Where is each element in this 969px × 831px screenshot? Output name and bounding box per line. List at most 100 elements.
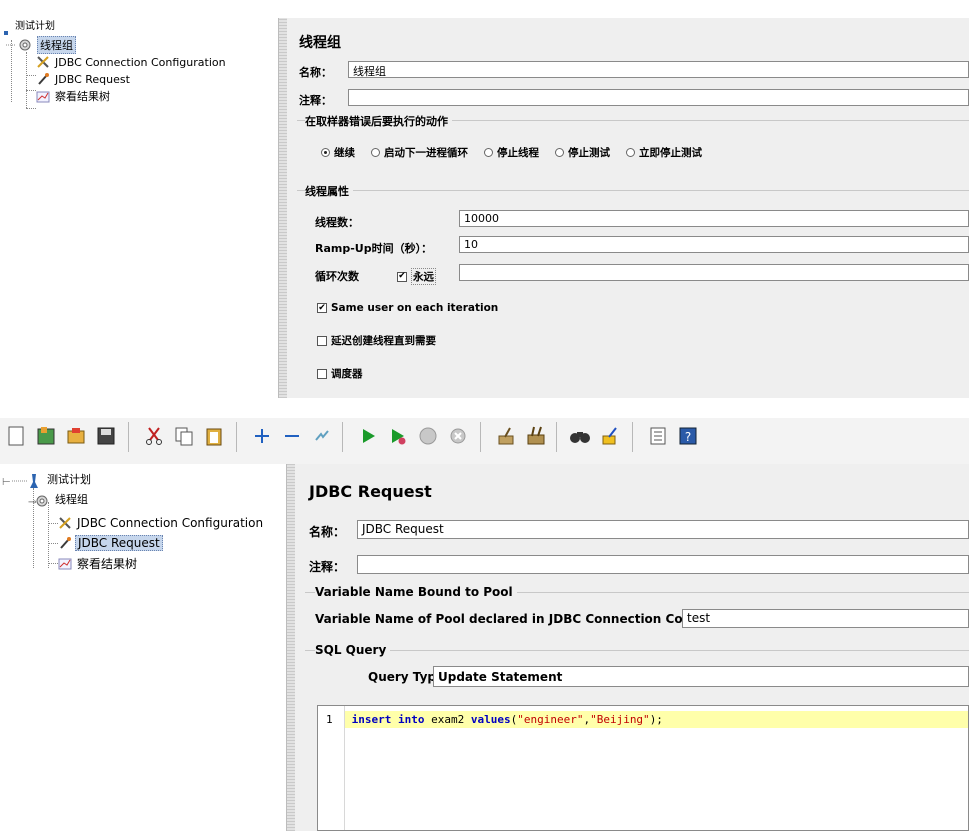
svg-text:⊸: ⊸ — [28, 497, 36, 508]
toggle-button[interactable] — [310, 424, 334, 448]
bottom-tree-panel: ⊢ 测试计划 ⊸ 线程组 JDBC Connection Configurati… — [0, 464, 286, 831]
expand-button[interactable] — [250, 424, 274, 448]
radio-indicator — [626, 148, 635, 157]
tree-item-jdbc-connection[interactable]: JDBC Connection Configuration — [58, 514, 265, 532]
group-title: Variable Name Bound to Pool — [315, 585, 517, 599]
search-button[interactable] — [568, 424, 592, 448]
sql-editor[interactable]: 1 insert into exam2 values("engineer","B… — [317, 705, 969, 831]
binoculars-icon — [570, 432, 590, 443]
name-field[interactable]: 线程组 — [348, 61, 969, 78]
clear-button[interactable] — [494, 424, 518, 448]
radio-stop-thread[interactable]: 停止线程 — [484, 145, 539, 160]
pool-field[interactable]: test — [682, 609, 969, 628]
tree-item-label: JDBC Request — [75, 535, 163, 551]
play-icon — [363, 429, 375, 443]
comment-field[interactable] — [348, 89, 969, 106]
tree-line — [48, 523, 58, 524]
help-button[interactable]: ? — [676, 424, 700, 448]
templates-icon — [37, 427, 55, 445]
checkbox-checked: ✔ — [397, 271, 407, 282]
clipboard-icon — [206, 428, 222, 446]
copy-button[interactable] — [172, 424, 196, 448]
pipette-icon — [58, 536, 72, 550]
tree-item-jdbc-request[interactable]: JDBC Request — [58, 534, 163, 552]
sql-string: "engineer" — [517, 713, 584, 726]
help-icon: ? — [679, 427, 697, 445]
new-file-button[interactable] — [4, 424, 28, 448]
threads-label: 线程数： — [315, 216, 359, 229]
function-helper-button[interactable] — [646, 424, 670, 448]
tree-line — [48, 543, 58, 544]
clear-all-button[interactable] — [524, 424, 548, 448]
templates-button[interactable] — [34, 424, 58, 448]
delay-thread-checkbox[interactable]: 延迟创建线程直到需要 — [317, 333, 436, 348]
reset-search-button[interactable] — [598, 424, 622, 448]
error-action-radios: 继续 启动下一进程循环 停止线程 停止测试 立即停止测试 — [321, 145, 718, 160]
name-label: 名称： — [309, 525, 346, 539]
query-type-select[interactable]: Update Statement — [433, 666, 969, 687]
plus-icon — [255, 429, 269, 443]
broom-all-icon — [527, 426, 545, 445]
paste-button[interactable] — [202, 424, 226, 448]
checkbox-label: 调度器 — [331, 368, 363, 380]
tree-item-result-tree[interactable]: 察看结果树 — [58, 554, 139, 572]
scheduler-checkbox[interactable]: 调度器 — [317, 366, 363, 381]
toggle-icon — [315, 430, 329, 441]
comment-label: 注释： — [309, 560, 346, 574]
threads-field[interactable]: 10000 — [459, 210, 969, 227]
tree-item-thread-group[interactable]: ⊸ 线程组 — [28, 490, 90, 508]
tree-item-thread-group[interactable]: 线程组 — [6, 36, 76, 54]
start-no-pause-button[interactable] — [386, 424, 410, 448]
tree-line — [26, 52, 27, 108]
graph-icon — [36, 89, 50, 103]
pipette-icon — [36, 72, 50, 86]
play-no-timers-icon — [392, 429, 406, 445]
svg-text:?: ? — [685, 430, 691, 444]
radio-label: 立即停止测试 — [639, 147, 702, 159]
tree-item-result-tree[interactable]: 察看结果树 — [36, 88, 112, 104]
line-number: 1 — [326, 713, 333, 726]
collapse-button[interactable] — [280, 424, 304, 448]
broom-icon — [498, 427, 514, 445]
shutdown-button[interactable] — [446, 424, 470, 448]
radio-continue[interactable]: 继续 — [321, 145, 355, 160]
tree-item-label: JDBC Connection Configuration — [55, 55, 226, 69]
start-button[interactable] — [356, 424, 380, 448]
line-number-gutter: 1 — [318, 706, 345, 830]
radio-stop-test[interactable]: 停止测试 — [555, 145, 610, 160]
radio-indicator — [555, 148, 564, 157]
stop-button[interactable] — [416, 424, 440, 448]
cut-button[interactable] — [142, 424, 166, 448]
forever-checkbox[interactable]: ✔ 永远 — [397, 268, 436, 285]
toolbar-separator — [128, 422, 129, 452]
tree-item-jdbc-request[interactable]: JDBC Request — [36, 71, 132, 87]
tree-line — [26, 90, 36, 91]
loop-count-field[interactable] — [459, 264, 969, 281]
page-title: JDBC Request — [309, 482, 432, 501]
new-file-icon — [8, 426, 24, 446]
save-button[interactable] — [94, 424, 118, 448]
tree-item-jdbc-connection[interactable]: JDBC Connection Configuration — [36, 54, 228, 70]
radio-stop-test-now[interactable]: 立即停止测试 — [626, 145, 702, 160]
comment-field[interactable] — [357, 555, 969, 574]
checkbox-checked: ✔ — [317, 302, 327, 313]
tree-item-label: JDBC Connection Configuration — [77, 516, 264, 530]
name-field[interactable]: JDBC Request — [357, 520, 969, 539]
tree-line — [26, 75, 36, 76]
svg-text:⊢: ⊢ — [2, 477, 11, 488]
open-button[interactable] — [64, 424, 88, 448]
flask-icon: ⊢ — [2, 472, 42, 488]
graph-icon — [58, 556, 72, 570]
reset-broom-icon — [602, 427, 617, 445]
rampup-field[interactable]: 10 — [459, 236, 969, 253]
tree-line — [48, 502, 49, 568]
radio-start-next-loop[interactable]: 启动下一进程循环 — [371, 145, 468, 160]
list-icon — [650, 427, 666, 445]
radio-label: 继续 — [334, 147, 355, 159]
tree-item-test-plan[interactable]: ⊢ 测试计划 — [2, 470, 93, 488]
radio-indicator — [371, 148, 380, 157]
top-tree-panel: 测试计划 线程组 JDBC Connection Configuration J… — [0, 18, 278, 398]
sql-identifier: exam2 — [424, 713, 471, 726]
same-user-checkbox[interactable]: ✔ Same user on each iteration — [317, 302, 498, 314]
radio-selected-indicator — [321, 148, 330, 157]
